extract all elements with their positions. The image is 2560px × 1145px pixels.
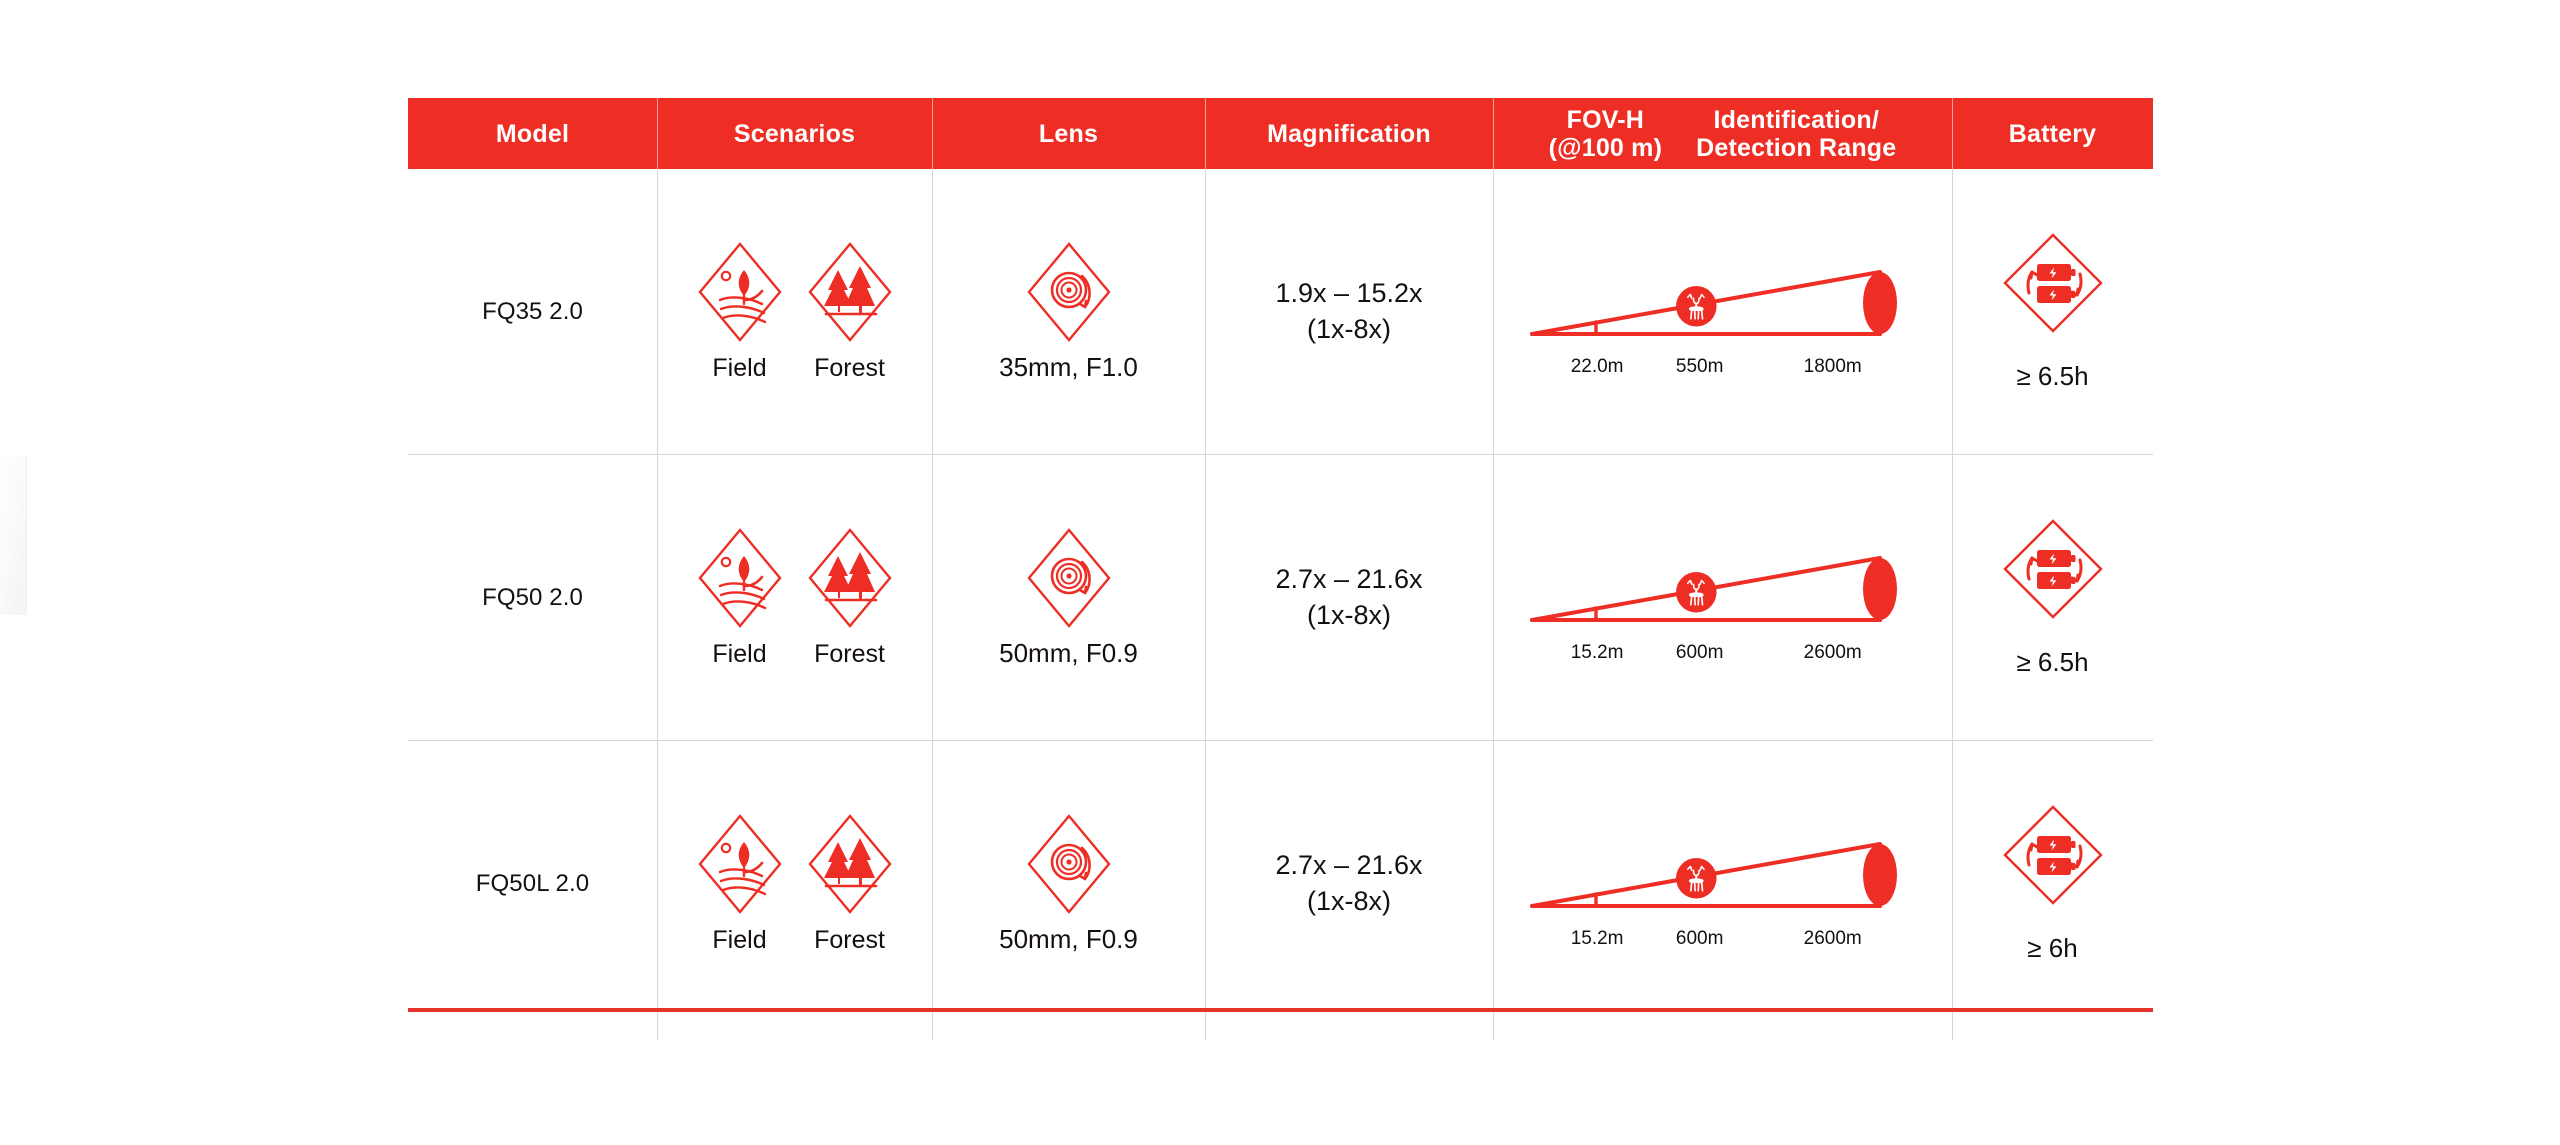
magnification-digital: (1x-8x) (1306, 313, 1391, 344)
cell-model: FQ50 2.0 (408, 455, 657, 740)
model-name: FQ50L 2.0 (475, 869, 590, 897)
dual-battery-swap-icon (2003, 233, 2102, 333)
field-icon (698, 814, 781, 914)
cell-magnification: 2.7x – 21.6x (1x-8x) (1205, 455, 1493, 740)
cell-battery: ≥ 6.5h (1952, 455, 2153, 740)
cell-scenarios: Field Forest (657, 169, 932, 454)
column-header-model: Model (495, 119, 570, 148)
table-header-row: Model Scenarios Lens Magnification FOV-H… (408, 98, 2153, 169)
column-header-magnification: Magnification (1205, 98, 1493, 169)
fov-h-value: 15.2m (1570, 927, 1624, 949)
detection-range-cone-diagram (1529, 841, 1897, 908)
fov-h-value: 22.0m (1570, 355, 1624, 377)
lens-spec: 50mm, F0.9 (999, 638, 1138, 668)
scenario-label-forest: Forest (814, 926, 885, 954)
cell-fov-detection: 15.2m 600m 2600m (1493, 455, 1952, 740)
cell-magnification: 2.7x – 21.6x (1x-8x) (1205, 741, 1493, 1040)
cell-fov-detection: 22.0m 550m 1800m (1493, 169, 1952, 454)
lens-spec: 35mm, F1.0 (999, 352, 1138, 382)
dual-battery-swap-icon (2003, 519, 2102, 619)
cell-battery: ≥ 6.5h (1952, 169, 2153, 454)
lens-aperture-icon (1027, 242, 1110, 342)
forest-icon (808, 814, 891, 914)
table-row: FQ50L 2.0 Field Forest 50mm, F0.9 2.7x –… (408, 741, 2153, 1040)
column-header-fov-range: FOV-H (@100 m) Identification/ Detection… (1493, 98, 1952, 169)
cell-model: FQ35 2.0 (408, 169, 657, 454)
fov-h-value: 15.2m (1570, 641, 1624, 663)
identification-value: 600m (1675, 927, 1724, 949)
scenario-forest: Forest (806, 812, 894, 955)
battery-duration: ≥ 6h (2027, 933, 2078, 963)
table-row: FQ35 2.0 Field Forest 35mm, F1.0 1.9x – … (408, 169, 2153, 455)
identification-value: 550m (1675, 355, 1724, 377)
dual-battery-swap-icon (2003, 805, 2102, 905)
scenario-field: Field (696, 240, 784, 383)
magnification-digital: (1x-8x) (1306, 885, 1391, 916)
cell-lens: 50mm, F0.9 (932, 455, 1205, 740)
column-header-scenarios: Scenarios (657, 98, 932, 169)
detection-range-cone-diagram (1529, 555, 1897, 622)
table-row: FQ50 2.0 Field Forest 50mm, F0.9 2.7x – … (408, 455, 2153, 741)
battery-duration: ≥ 6.5h (2016, 647, 2089, 677)
range-line-2: Detection Range (1696, 133, 1897, 162)
cell-fov-detection: 15.2m 600m 2600m (1493, 741, 1952, 1040)
range-line-1: Identification/ (1713, 105, 1879, 134)
model-name: FQ35 2.0 (482, 297, 583, 325)
table-body: FQ35 2.0 Field Forest 35mm, F1.0 1.9x – … (408, 169, 2153, 1040)
magnification-range: 2.7x – 21.6x (1275, 850, 1423, 881)
cell-scenarios: Field Forest (657, 455, 932, 740)
deer-icon (1674, 570, 1718, 614)
field-icon (698, 528, 781, 628)
table-bottom-rule (408, 1008, 2153, 1012)
cell-battery: ≥ 6h (1952, 741, 2153, 1040)
detection-range-cone-diagram (1529, 269, 1897, 336)
identification-value: 600m (1675, 641, 1724, 663)
magnification-digital: (1x-8x) (1306, 599, 1391, 630)
scenario-field: Field (696, 812, 784, 955)
detection-value: 2600m (1803, 927, 1862, 949)
column-header-battery: Battery (1952, 98, 2153, 169)
specification-table: Model Scenarios Lens Magnification FOV-H… (408, 98, 2153, 1040)
scenario-field: Field (696, 526, 784, 669)
scenario-label-field: Field (712, 354, 767, 382)
cell-model: FQ50L 2.0 (408, 741, 657, 1026)
fov-h-line-1: FOV-H (1566, 105, 1645, 134)
magnification-range: 2.7x – 21.6x (1275, 564, 1423, 595)
scenario-forest: Forest (806, 240, 894, 383)
cell-lens: 50mm, F0.9 (932, 741, 1205, 1040)
scenario-forest: Forest (806, 526, 894, 669)
forest-icon (808, 528, 891, 628)
page-edge-artifact (0, 455, 27, 615)
detection-value: 1800m (1803, 355, 1862, 377)
column-header-fov-h: FOV-H (@100 m) (1549, 106, 1663, 162)
model-name: FQ50 2.0 (482, 583, 583, 611)
scenario-label-forest: Forest (814, 354, 885, 382)
fov-h-line-2: (@100 m) (1548, 133, 1663, 162)
forest-icon (808, 242, 891, 342)
lens-spec: 50mm, F0.9 (999, 924, 1138, 954)
battery-duration: ≥ 6.5h (2016, 361, 2089, 391)
detection-value: 2600m (1803, 641, 1862, 663)
field-icon (698, 242, 781, 342)
cell-scenarios: Field Forest (657, 741, 932, 1040)
lens-aperture-icon (1027, 528, 1110, 628)
deer-icon (1674, 284, 1718, 328)
column-header-detection-range: Identification/ Detection Range (1696, 106, 1896, 162)
scenario-label-field: Field (712, 926, 767, 954)
cell-lens: 35mm, F1.0 (932, 169, 1205, 454)
cell-magnification: 1.9x – 15.2x (1x-8x) (1205, 169, 1493, 454)
column-header-lens: Lens (932, 98, 1205, 169)
lens-aperture-icon (1027, 814, 1110, 914)
deer-icon (1674, 856, 1718, 900)
scenario-label-forest: Forest (814, 640, 885, 668)
magnification-range: 1.9x – 15.2x (1275, 278, 1423, 309)
scenario-label-field: Field (712, 640, 767, 668)
